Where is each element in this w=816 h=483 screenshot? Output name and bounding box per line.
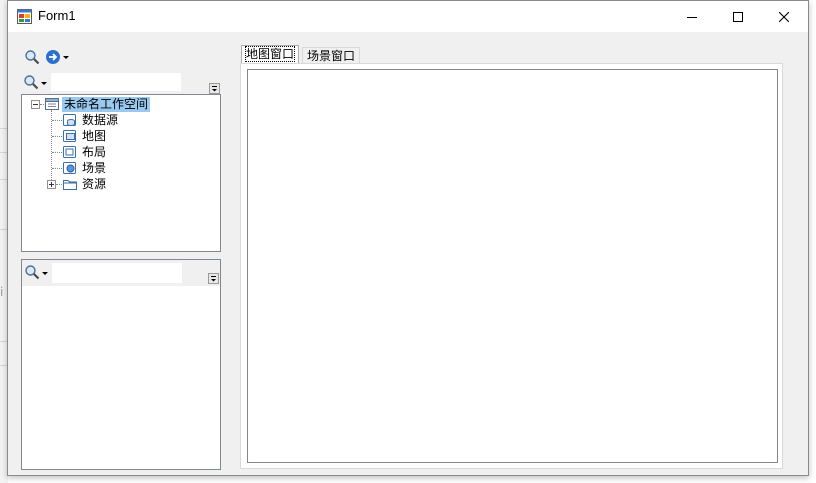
tree-connector <box>52 152 62 153</box>
tree-item-resources[interactable]: 资源 <box>63 176 108 192</box>
tree-connector <box>56 184 62 185</box>
scene-icon <box>63 162 76 174</box>
chevron-down-icon <box>42 272 48 275</box>
tree-item-label: 场景 <box>82 160 107 175</box>
search-icon <box>25 265 40 280</box>
search-dropdown-button[interactable] <box>24 264 50 281</box>
tree-item-label: 数据源 <box>82 112 119 127</box>
tree-connector <box>52 120 62 121</box>
toolbar-overflow-icon[interactable] <box>209 83 220 94</box>
tree-connector <box>52 168 62 169</box>
maximize-icon <box>733 11 743 22</box>
search-icon[interactable] <box>24 49 40 65</box>
window-title: Form1 <box>38 8 76 23</box>
layer-search-input[interactable] <box>52 263 182 283</box>
tree-item-label: 布局 <box>82 144 107 159</box>
close-button[interactable] <box>761 1 807 32</box>
tree-connector <box>51 110 52 184</box>
tab-scene-window[interactable]: 场景窗口 <box>302 47 361 63</box>
workspace-tree-panel: 未命名工作空间 数据源 地图 布局 场景 资源 <box>21 94 221 252</box>
search-icon <box>24 75 39 90</box>
workspace-search-input[interactable] <box>51 73 181 91</box>
tree-collapse-toggle[interactable] <box>31 100 40 109</box>
tree-item-scene[interactable]: 场景 <box>63 160 108 176</box>
tree-item-label: 资源 <box>82 176 107 191</box>
tab-label: 场景窗口 <box>307 49 356 63</box>
chevron-down-icon <box>63 56 69 59</box>
folder-icon <box>63 180 77 190</box>
map-icon <box>63 130 76 142</box>
toolbar-overflow-icon[interactable] <box>208 273 219 284</box>
tab-label: 地图窗口 <box>244 46 296 62</box>
app-icon <box>17 9 32 24</box>
tree-item-label: 地图 <box>82 128 107 143</box>
tab-page-map <box>240 63 783 469</box>
workspace-icon <box>45 98 59 110</box>
tree-expand-toggle[interactable] <box>47 180 56 189</box>
minimize-icon <box>687 16 697 18</box>
map-control[interactable] <box>247 69 778 463</box>
main-window: Form1 未命名工作空间 数据源 地图 布局 场景 资源 地图窗口 场景窗口 <box>7 0 809 476</box>
search-dropdown-button[interactable] <box>23 74 49 91</box>
tree-item-label: 未命名工作空间 <box>62 96 151 112</box>
workspace-toolbar <box>21 45 221 69</box>
layer-search-strip <box>22 260 220 286</box>
minimize-button[interactable] <box>669 1 715 32</box>
layout-icon <box>63 146 76 158</box>
workspace-search-strip <box>21 71 221 94</box>
close-icon <box>779 11 789 22</box>
maximize-button[interactable] <box>715 1 761 32</box>
datasource-icon <box>63 114 76 126</box>
title-bar[interactable]: Form1 <box>8 1 808 32</box>
navigate-dropdown-button[interactable] <box>45 48 69 66</box>
tree-item-workspace[interactable]: 未命名工作空间 <box>45 96 151 112</box>
tree-item-map[interactable]: 地图 <box>63 128 108 144</box>
background-text-fragment: i <box>0 285 4 299</box>
tab-map-window[interactable]: 地图窗口 <box>241 45 300 63</box>
layer-panel <box>21 259 221 470</box>
tree-item-layout[interactable]: 布局 <box>63 144 108 160</box>
tree-item-datasource[interactable]: 数据源 <box>63 112 120 128</box>
arrow-right-circle-icon <box>46 50 60 64</box>
tree-connector <box>52 136 62 137</box>
chevron-down-icon <box>41 82 47 85</box>
